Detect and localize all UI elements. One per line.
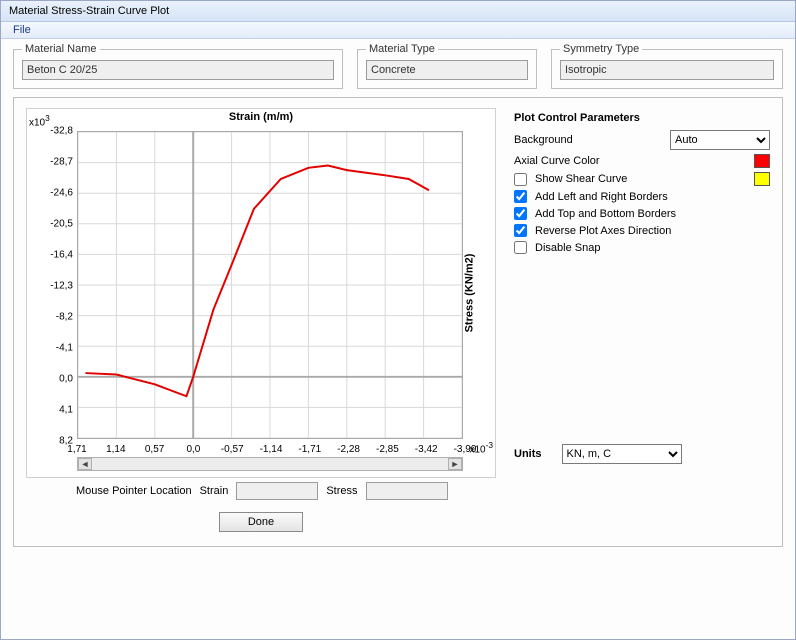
plot-hscrollbar[interactable]: ◄ ► <box>77 457 463 471</box>
scroll-right-icon[interactable]: ► <box>448 458 462 470</box>
client-area: Material Name Material Type Symmetry Typ… <box>1 39 795 639</box>
group-symmetry-type: Symmetry Type <box>551 49 783 89</box>
title-bar: Material Stress-Strain Curve Plot <box>1 1 795 22</box>
plot-canvas[interactable] <box>77 131 463 439</box>
y-tick: -28,7 <box>27 157 73 168</box>
add-lr-checkbox[interactable] <box>514 190 527 203</box>
reverse-axes-checkbox[interactable] <box>514 224 527 237</box>
material-type-label: Material Type <box>366 43 438 55</box>
add-tb-checkbox[interactable] <box>514 207 527 220</box>
show-shear-label: Show Shear Curve <box>535 173 746 185</box>
mouse-strain-field <box>236 482 318 500</box>
background-select[interactable]: Auto <box>670 130 770 150</box>
menu-bar: File <box>1 22 795 39</box>
y-tick: -16,4 <box>27 250 73 261</box>
y-tick: 4,1 <box>27 405 73 416</box>
scroll-left-icon[interactable]: ◄ <box>78 458 92 470</box>
axial-color-label: Axial Curve Color <box>514 155 746 167</box>
mouse-stress-field <box>366 482 448 500</box>
y-tick: -12,3 <box>27 281 73 292</box>
y-tick: -20,5 <box>27 219 73 230</box>
y-tick: -8,2 <box>27 312 73 323</box>
x-tick: 1,71 <box>67 444 86 455</box>
x-tick: 0,57 <box>145 444 164 455</box>
mouse-pointer-row: Mouse Pointer Location Strain Stress <box>26 482 496 500</box>
background-label: Background <box>514 134 662 146</box>
x-tick: -2,85 <box>376 444 399 455</box>
dialog-window: Material Stress-Strain Curve Plot File M… <box>0 0 796 640</box>
window-title: Material Stress-Strain Curve Plot <box>9 5 169 17</box>
x-tick: 0,0 <box>186 444 200 455</box>
controls-title: Plot Control Parameters <box>514 112 770 124</box>
reverse-axes-label: Reverse Plot Axes Direction <box>535 225 770 237</box>
symmetry-type-label: Symmetry Type <box>560 43 642 55</box>
x-tick: -3,99 <box>454 444 477 455</box>
show-shear-checkbox[interactable] <box>514 173 527 186</box>
axial-curve <box>85 166 429 397</box>
x-tick: -0,57 <box>221 444 244 455</box>
y-tick: -4,1 <box>27 343 73 354</box>
y-tick: 0,0 <box>27 374 73 385</box>
disable-snap-label: Disable Snap <box>535 242 770 254</box>
symmetry-type-field[interactable] <box>560 60 774 80</box>
material-name-label: Material Name <box>22 43 100 55</box>
mouse-strain-label: Strain <box>200 485 229 497</box>
material-name-field[interactable] <box>22 60 334 80</box>
y-tick: -24,6 <box>27 188 73 199</box>
x-tick: -2,28 <box>337 444 360 455</box>
add-tb-label: Add Top and Bottom Borders <box>535 208 770 220</box>
group-material-type: Material Type <box>357 49 537 89</box>
chart-column: Strain (m/m) x103 x10-3 Stress (KN/m2) <box>26 108 496 532</box>
disable-snap-checkbox[interactable] <box>514 241 527 254</box>
plot-y-title: Stress (KN/m2) <box>464 254 476 333</box>
plot-x-title: Strain (m/m) <box>27 109 495 123</box>
y-tick: -32,8 <box>27 126 73 137</box>
controls-column: Plot Control Parameters Background Auto … <box>514 108 770 532</box>
material-type-field[interactable] <box>366 60 528 80</box>
menu-file[interactable]: File <box>7 22 37 38</box>
x-tick: -1,14 <box>260 444 283 455</box>
x-tick: -1,71 <box>298 444 321 455</box>
axial-color-swatch[interactable] <box>754 154 770 168</box>
group-material-name: Material Name <box>13 49 343 89</box>
shear-color-swatch[interactable] <box>754 172 770 186</box>
units-label: Units <box>514 448 542 460</box>
plot-box: Strain (m/m) x103 x10-3 Stress (KN/m2) <box>26 108 496 478</box>
mouse-stress-label: Stress <box>326 485 357 497</box>
mouse-pointer-label: Mouse Pointer Location <box>76 485 192 497</box>
main-group: Strain (m/m) x103 x10-3 Stress (KN/m2) <box>13 97 783 547</box>
y-tick: 8,2 <box>27 436 73 447</box>
units-select[interactable]: KN, m, C <box>562 444 682 464</box>
x-tick: 1,14 <box>106 444 125 455</box>
x-tick: -3,42 <box>415 444 438 455</box>
add-lr-label: Add Left and Right Borders <box>535 191 770 203</box>
done-button[interactable]: Done <box>219 512 303 532</box>
